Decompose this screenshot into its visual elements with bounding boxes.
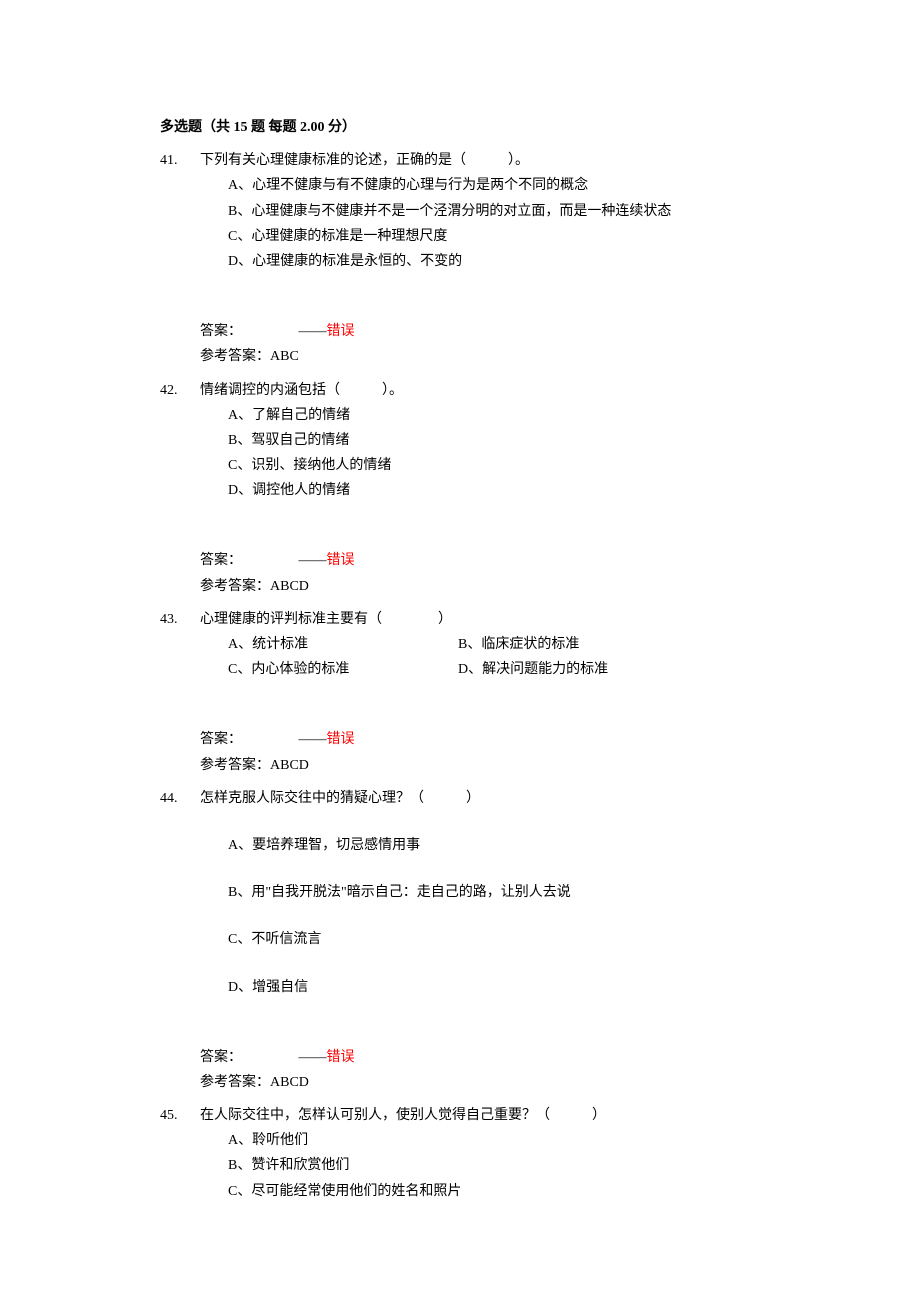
option-d: D、增强自信 (228, 975, 760, 1000)
answer-block: 答案： ——错误 参考答案：ABCD (160, 1045, 760, 1095)
answer-line: 答案： ——错误 (200, 319, 760, 344)
ref-label: 参考答案： (200, 1075, 270, 1090)
question-text: 下列有关心理健康标准的论述，正确的是（ ）。 (200, 148, 760, 173)
ref-label: 参考答案： (200, 349, 270, 364)
ref-answer-value: ABCD (270, 758, 309, 773)
option-a: A、了解自己的情绪 (228, 403, 760, 428)
answer-label: 答案： (200, 727, 295, 752)
option-c: C、内心体验的标准 (228, 657, 458, 682)
option-a: A、统计标准 (228, 632, 458, 657)
option-a: A、心理不健康与有不健康的心理与行为是两个不同的概念 (228, 173, 760, 198)
options: A、心理不健康与有不健康的心理与行为是两个不同的概念 B、心理健康与不健康并不是… (160, 173, 760, 274)
question-number: 45. (160, 1103, 200, 1128)
option-d: D、解决问题能力的标准 (458, 657, 688, 682)
status-prefix: —— (299, 324, 327, 339)
answer-label: 答案： (200, 319, 295, 344)
option-c: C、识别、接纳他人的情绪 (228, 453, 760, 478)
status-wrong: 错误 (327, 732, 355, 747)
option-b: B、临床症状的标准 (458, 632, 688, 657)
reference-answer: 参考答案：ABCD (200, 574, 760, 599)
page-content: 多选题（共 15 题 每题 2.00 分） 41. 下列有关心理健康标准的论述，… (0, 0, 920, 1272)
question-text: 在人际交往中，怎样认可别人，使别人觉得自己重要？（ ） (200, 1103, 760, 1128)
answer-label: 答案： (200, 1045, 295, 1070)
reference-answer: 参考答案：ABCD (200, 1070, 760, 1095)
answer-line: 答案： ——错误 (200, 727, 760, 752)
ref-label: 参考答案： (200, 579, 270, 594)
status-prefix: —— (299, 1050, 327, 1065)
question-stem: 44. 怎样克服人际交往中的猜疑心理？（ ） (160, 786, 760, 811)
answer-block: 答案： ——错误 参考答案：ABCD (160, 727, 760, 777)
option-a: A、要培养理智，切忌感情用事 (228, 833, 760, 858)
section-title: 多选题（共 15 题 每题 2.00 分） (160, 115, 760, 140)
status-wrong: 错误 (327, 1050, 355, 1065)
question-42: 42. 情绪调控的内涵包括（ ）。 A、了解自己的情绪 B、驾驭自己的情绪 C、… (160, 378, 760, 599)
option-b: B、用"自我开脱法"暗示自己：走自己的路，让别人去说 (228, 880, 760, 905)
question-number: 44. (160, 786, 200, 811)
answer-label: 答案： (200, 548, 295, 573)
options: A、了解自己的情绪 B、驾驭自己的情绪 C、识别、接纳他人的情绪 D、调控他人的… (160, 403, 760, 504)
ref-answer-value: ABC (270, 349, 299, 364)
question-text: 心理健康的评判标准主要有（ ） (200, 607, 760, 632)
options: A、聆听他们 B、赞许和欣赏他们 C、尽可能经常使用他们的姓名和照片 (160, 1128, 760, 1204)
reference-answer: 参考答案：ABCD (200, 753, 760, 778)
question-43: 43. 心理健康的评判标准主要有（ ） A、统计标准 B、临床症状的标准 C、内… (160, 607, 760, 778)
option-d: D、调控他人的情绪 (228, 478, 760, 503)
status-wrong: 错误 (327, 553, 355, 568)
status-wrong: 错误 (327, 324, 355, 339)
answer-line: 答案： ——错误 (200, 1045, 760, 1070)
answer-block: 答案： ——错误 参考答案：ABC (160, 319, 760, 369)
status-prefix: —— (299, 553, 327, 568)
option-b: B、心理健康与不健康并不是一个泾渭分明的对立面，而是一种连续状态 (228, 199, 760, 224)
answer-line: 答案： ——错误 (200, 548, 760, 573)
options: A、统计标准 B、临床症状的标准 C、内心体验的标准 D、解决问题能力的标准 (160, 632, 760, 682)
question-stem: 41. 下列有关心理健康标准的论述，正确的是（ ）。 (160, 148, 760, 173)
question-stem: 45. 在人际交往中，怎样认可别人，使别人觉得自己重要？（ ） (160, 1103, 760, 1128)
question-number: 41. (160, 148, 200, 173)
question-44: 44. 怎样克服人际交往中的猜疑心理？（ ） A、要培养理智，切忌感情用事 B、… (160, 786, 760, 1095)
status-prefix: —— (299, 732, 327, 747)
ref-label: 参考答案： (200, 758, 270, 773)
option-d: D、心理健康的标准是永恒的、不变的 (228, 249, 760, 274)
answer-block: 答案： ——错误 参考答案：ABCD (160, 548, 760, 598)
question-stem: 42. 情绪调控的内涵包括（ ）。 (160, 378, 760, 403)
question-stem: 43. 心理健康的评判标准主要有（ ） (160, 607, 760, 632)
question-41: 41. 下列有关心理健康标准的论述，正确的是（ ）。 A、心理不健康与有不健康的… (160, 148, 760, 369)
options: A、要培养理智，切忌感情用事 B、用"自我开脱法"暗示自己：走自己的路，让别人去… (160, 833, 760, 1000)
option-c: C、尽可能经常使用他们的姓名和照片 (228, 1179, 760, 1204)
ref-answer-value: ABCD (270, 579, 309, 594)
question-number: 43. (160, 607, 200, 632)
question-text: 怎样克服人际交往中的猜疑心理？（ ） (200, 786, 760, 811)
option-b: B、驾驭自己的情绪 (228, 428, 760, 453)
option-b: B、赞许和欣赏他们 (228, 1153, 760, 1178)
question-45: 45. 在人际交往中，怎样认可别人，使别人觉得自己重要？（ ） A、聆听他们 B… (160, 1103, 760, 1204)
question-text: 情绪调控的内涵包括（ ）。 (200, 378, 760, 403)
question-number: 42. (160, 378, 200, 403)
reference-answer: 参考答案：ABC (200, 344, 760, 369)
option-c: C、心理健康的标准是一种理想尺度 (228, 224, 760, 249)
option-c: C、不听信流言 (228, 927, 760, 952)
ref-answer-value: ABCD (270, 1075, 309, 1090)
option-a: A、聆听他们 (228, 1128, 760, 1153)
